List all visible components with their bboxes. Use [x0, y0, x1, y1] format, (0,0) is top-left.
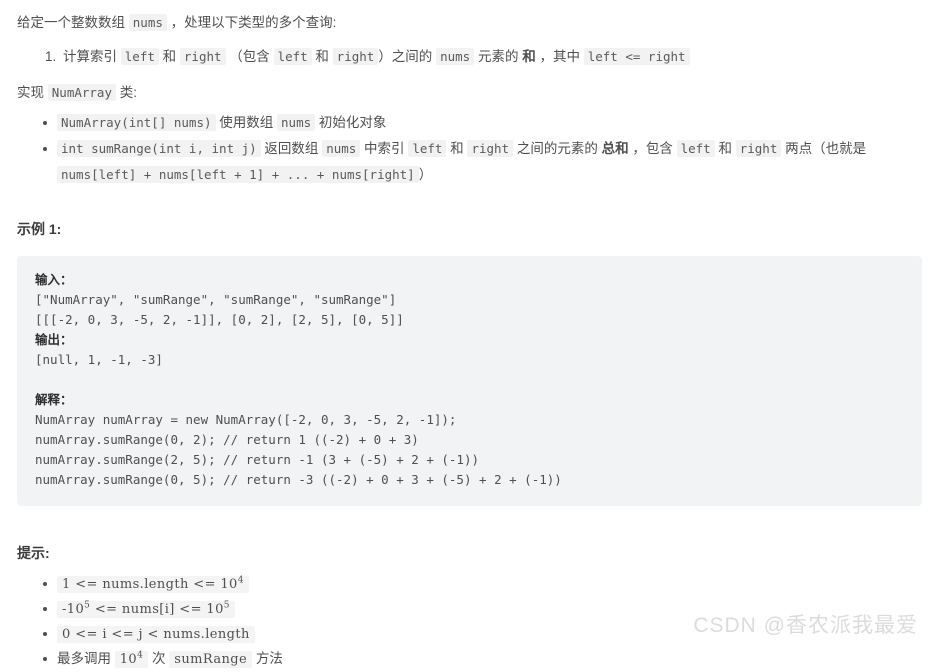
inline-code-left-3: left	[408, 140, 447, 157]
hint-1-sup: 4	[237, 575, 244, 586]
inline-code-right: right	[179, 48, 226, 65]
implement-paragraph: 实现 NumArray 类:	[17, 80, 922, 106]
explain-line-3: numArray.sumRange(2, 5); // return -1 (3…	[35, 452, 480, 467]
hint-math-length: 1 <= nums.length <= 104	[57, 576, 249, 593]
inline-code-nums-4: nums	[322, 140, 361, 157]
inline-code-left-2: left	[273, 48, 312, 65]
hint-4-text-3: 方法	[252, 651, 283, 666]
hint-2-pre: -10	[62, 602, 85, 617]
inline-code-right-2: right	[332, 48, 379, 65]
hint-4-math-sumrange: sumRange	[169, 651, 253, 668]
code-spacer	[35, 370, 904, 390]
api2-text-5: ，包含	[628, 141, 677, 156]
explain-label: 解释：	[35, 392, 73, 407]
query-text-5: ）之间的	[378, 49, 437, 64]
api2-text-1: 返回数组	[260, 141, 323, 156]
api2-text-8: ）	[418, 167, 433, 182]
hint-4-m1: 10	[119, 652, 138, 667]
query-text-4: 和	[311, 49, 333, 64]
explain-line-1: NumArray numArray = new NumArray([-2, 0,…	[35, 412, 457, 427]
hint-item-length: 1 <= nums.length <= 104	[43, 572, 922, 597]
api2-text-3: 和	[446, 141, 468, 156]
inline-code-sumrange-sig: int sumRange(int i, int j)	[57, 140, 261, 157]
api-text-2: 初始化对象	[315, 115, 387, 130]
api-list-item-constructor: NumArray(int[] nums) 使用数组 nums 初始化对象	[43, 110, 922, 136]
api-list: NumArray(int[] nums) 使用数组 nums 初始化对象 int…	[17, 110, 922, 188]
explain-line-4: numArray.sumRange(0, 5); // return -3 ((…	[35, 472, 562, 487]
input-label: 输入：	[35, 272, 73, 287]
api2-bold-total: 总和	[601, 141, 629, 156]
hint-1-pre: 1 <= nums.length <= 10	[62, 577, 238, 592]
implement-prefix: 实现	[17, 85, 48, 100]
hint-item-call-count: 最多调用 104 次 sumRange 方法	[43, 647, 922, 672]
hint-4-text-1: 最多调用	[57, 651, 115, 666]
inline-code-numarray: NumArray	[47, 84, 116, 101]
input-line-1: ["NumArray", "sumRange", "sumRange", "su…	[35, 292, 397, 307]
inline-code-right-4: right	[735, 140, 782, 157]
inline-code-left-4: left	[676, 140, 715, 157]
api-list-item-sumrange: int sumRange(int i, int j) 返回数组 nums 中索引…	[43, 136, 922, 188]
query-list-item: 1. 计算索引 left 和 right （包含 left 和 right ）之间的…	[45, 44, 922, 70]
output-label: 输出：	[35, 332, 73, 347]
inline-code-nums-2: nums	[436, 48, 475, 65]
implement-suffix: 类:	[115, 85, 137, 100]
hint-2-sup2: 5	[223, 600, 230, 611]
problem-description-page: 给定一个整数数组 nums ，处理以下类型的多个查询: 1. 计算索引 left …	[0, 0, 936, 668]
api2-text-7: 两点（也就是	[781, 141, 867, 156]
api2-text-4: 之间的元素的	[513, 141, 602, 156]
explain-line-2: numArray.sumRange(0, 2); // return 1 ((-…	[35, 432, 419, 447]
api-text-1: 使用数组	[215, 115, 278, 130]
inline-code-right-3: right	[467, 140, 514, 157]
hint-math-value-range: -105 <= nums[i] <= 105	[57, 601, 235, 618]
inline-code-left-le-right: left <= right	[583, 48, 690, 65]
input-line-2: [[[-2, 0, 3, -5, 2, -1]], [0, 2], [2, 5]…	[35, 312, 404, 327]
inline-code-constructor: NumArray(int[] nums)	[57, 114, 216, 131]
hints-section: 提示: 1 <= nums.length <= 104 -105 <= nums…	[17, 542, 922, 672]
hint-2-post: <= nums[i] <= 10	[90, 602, 224, 617]
inline-code-sum-expression: nums[left] + nums[left + 1] + ... + nums…	[57, 166, 419, 183]
query-type-list: 1. 计算索引 left 和 right （包含 left 和 right ）之间的…	[17, 44, 922, 70]
query-text-3: （包含	[225, 49, 274, 64]
query-text-7: ，其中	[535, 49, 584, 64]
query-text-6: 元素的	[474, 49, 523, 64]
inline-code-left: left	[120, 48, 159, 65]
query-item-number: 1.	[45, 49, 57, 64]
output-line-1: [null, 1, -1, -3]	[35, 352, 163, 367]
csdn-watermark: CSDN @香农派我最爱	[693, 614, 918, 637]
hint-4-math-calls: 104	[114, 650, 149, 668]
intro-suffix: ，处理以下类型的多个查询:	[166, 15, 337, 30]
intro-paragraph: 给定一个整数数组 nums ，处理以下类型的多个查询:	[17, 10, 922, 36]
intro-prefix: 给定一个整数数组	[17, 15, 129, 30]
hint-4-text-2: 次	[148, 651, 170, 666]
hint-math-index-range: 0 <= i <= j < nums.length	[57, 626, 255, 643]
inline-code-nums-3: nums	[277, 114, 316, 131]
hints-title: 提示:	[17, 545, 50, 561]
example-code-block: 输入： ["NumArray", "sumRange", "sumRange", …	[17, 256, 922, 506]
hint-4-m1sup: 4	[137, 650, 144, 661]
query-text-1: 计算索引	[63, 49, 121, 64]
query-bold-sum: 和	[522, 49, 536, 64]
example-title: 示例 1:	[17, 221, 62, 237]
inline-code-nums: nums	[128, 14, 167, 31]
api2-text-2: 中索引	[360, 141, 409, 156]
query-text-2: 和	[158, 49, 180, 64]
api2-text-6: 和	[714, 141, 736, 156]
